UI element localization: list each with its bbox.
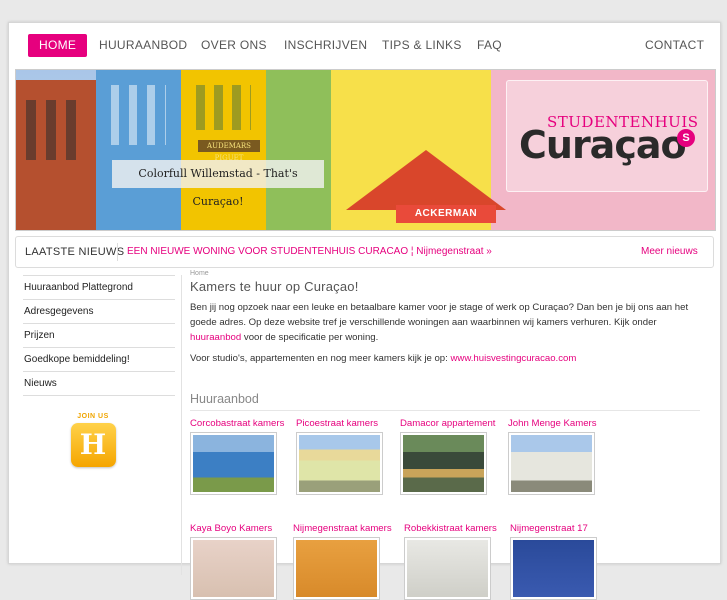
- nav-inschrijven[interactable]: INSCHRIJVEN: [273, 34, 378, 57]
- offer-card[interactable]: Robekkistraat kamers: [404, 523, 508, 600]
- huuraanbod-link[interactable]: huuraanbod: [190, 332, 241, 343]
- huisvesting-link[interactable]: www.huisvestingcuracao.com: [450, 353, 576, 364]
- offer-card[interactable]: Corcobastraat kamers: [190, 418, 294, 495]
- offer-title[interactable]: Robekkistraat kamers: [404, 523, 508, 534]
- offer-thumbnail[interactable]: [293, 537, 380, 600]
- nav-faq[interactable]: FAQ: [466, 34, 513, 57]
- nav-tips-links[interactable]: TIPS & LINKS: [371, 34, 473, 57]
- nav-over-ons[interactable]: OVER ONS: [190, 34, 278, 57]
- offer-title[interactable]: Corcobastraat kamers: [190, 418, 294, 429]
- offer-card[interactable]: Nijmegenstraat 17: [510, 523, 614, 600]
- offer-title[interactable]: Nijmegenstraat kamers: [293, 523, 397, 534]
- sidebar-divider: [181, 275, 182, 575]
- intro-text: Ben jij nog opzoek naar een leuke en bet…: [190, 302, 689, 328]
- sidebar-menu: Huuraanbod Plattegrond Adresgegevens Pri…: [23, 275, 175, 396]
- logo-main-text: Curaçao: [519, 123, 687, 167]
- offer-thumbnail[interactable]: [510, 537, 597, 600]
- logo-badge: S: [677, 129, 695, 147]
- offer-title[interactable]: Damacor appartement: [400, 418, 504, 429]
- nav-contact[interactable]: CONTACT: [634, 34, 715, 57]
- studio-paragraph: Voor studio's, appartementen en nog meer…: [190, 351, 700, 366]
- offer-thumbnail[interactable]: [400, 432, 487, 495]
- offer-thumbnail[interactable]: [508, 432, 595, 495]
- offer-card[interactable]: John Menge Kamers: [508, 418, 612, 495]
- offer-card[interactable]: Picoestraat kamers: [296, 418, 400, 495]
- sidebar-item-bemiddeling[interactable]: Goedkope bemiddeling!: [23, 348, 175, 372]
- nav-huuraanbod[interactable]: HUURAANBOD: [88, 34, 198, 57]
- hero-caption: Colorfull Willemstad - That's Curaçao!: [112, 160, 324, 208]
- section-title-huuraanbod: Huuraanbod: [190, 392, 700, 411]
- offer-thumbnail[interactable]: [190, 432, 277, 495]
- sidebar-item-prijzen[interactable]: Prijzen: [23, 324, 175, 348]
- join-us-text: JOIN US: [77, 413, 109, 420]
- nav-home[interactable]: HOME: [28, 34, 88, 57]
- sidebar-item-nieuws[interactable]: Nieuws: [23, 372, 175, 396]
- offer-card[interactable]: Damacor appartement: [400, 418, 504, 495]
- sidebar-item-plattegrond[interactable]: Huuraanbod Plattegrond: [23, 275, 175, 300]
- main-content: Home Kamers te huur op Curaçao! Ben jij …: [190, 270, 700, 600]
- building-green: [266, 70, 331, 230]
- offer-title[interactable]: Picoestraat kamers: [296, 418, 400, 429]
- offer-thumbnail[interactable]: [190, 537, 277, 600]
- offer-thumbnail[interactable]: [404, 537, 491, 600]
- intro-text-end: voor de specificatie per woning.: [243, 332, 379, 343]
- more-news-link[interactable]: Meer nieuws: [641, 237, 698, 267]
- hyves-icon[interactable]: H: [70, 423, 116, 467]
- join-us-badge[interactable]: JOIN US H: [68, 413, 118, 467]
- offer-card[interactable]: Kaya Boyo Kamers: [190, 523, 294, 600]
- sign-audemars-piguet: AUDEMARS PIGUET: [198, 140, 260, 162]
- studio-text: Voor studio's, appartementen en nog meer…: [190, 353, 448, 364]
- offer-card[interactable]: Nijmegenstraat kamers: [293, 523, 397, 600]
- news-item-link[interactable]: EEN NIEUWE WONING VOOR STUDENTENHUIS CUR…: [127, 237, 492, 267]
- offer-title[interactable]: John Menge Kamers: [508, 418, 612, 429]
- news-label: LAATSTE NIEUWS: [25, 246, 125, 258]
- offer-title[interactable]: Kaya Boyo Kamers: [190, 523, 294, 534]
- news-divider: [117, 243, 118, 261]
- main-nav: HOME HUURAANBOD OVER ONS INSCHRIJVEN TIP…: [9, 23, 720, 68]
- site-logo[interactable]: STUDENTENHUIS Curaçao S: [506, 80, 708, 192]
- sign-ackerman: ACKERMAN: [396, 205, 496, 223]
- intro-paragraph: Ben jij nog opzoek naar een leuke en bet…: [190, 300, 700, 345]
- offer-title[interactable]: Nijmegenstraat 17: [510, 523, 614, 534]
- page-container: HOME HUURAANBOD OVER ONS INSCHRIJVEN TIP…: [8, 22, 721, 600]
- page-title: Kamers te huur op Curaçao!: [190, 279, 359, 294]
- offer-thumbnail[interactable]: [296, 432, 383, 495]
- hero-banner: AUDEMARS PIGUET ACKERMAN Colorfull Wille…: [15, 69, 716, 231]
- sidebar-item-adresgegevens[interactable]: Adresgegevens: [23, 300, 175, 324]
- breadcrumb[interactable]: Home: [190, 270, 700, 277]
- news-ticker: LAATSTE NIEUWS EEN NIEUWE WONING VOOR ST…: [15, 236, 714, 268]
